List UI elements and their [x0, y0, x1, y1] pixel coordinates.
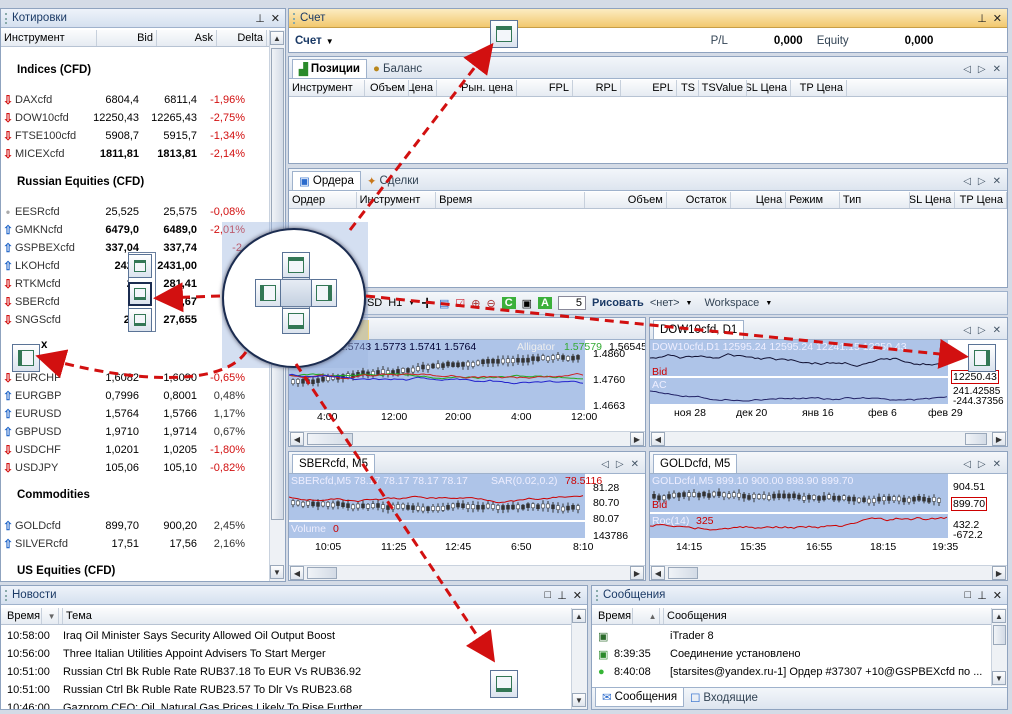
dock-arrows: [35, 42, 969, 663]
arrow-left: [35, 349, 248, 379]
arrow-bottom: [294, 363, 495, 663]
arrow-right: [365, 294, 969, 369]
arrow-top: [348, 42, 494, 231]
arrow-mini: [153, 282, 221, 313]
